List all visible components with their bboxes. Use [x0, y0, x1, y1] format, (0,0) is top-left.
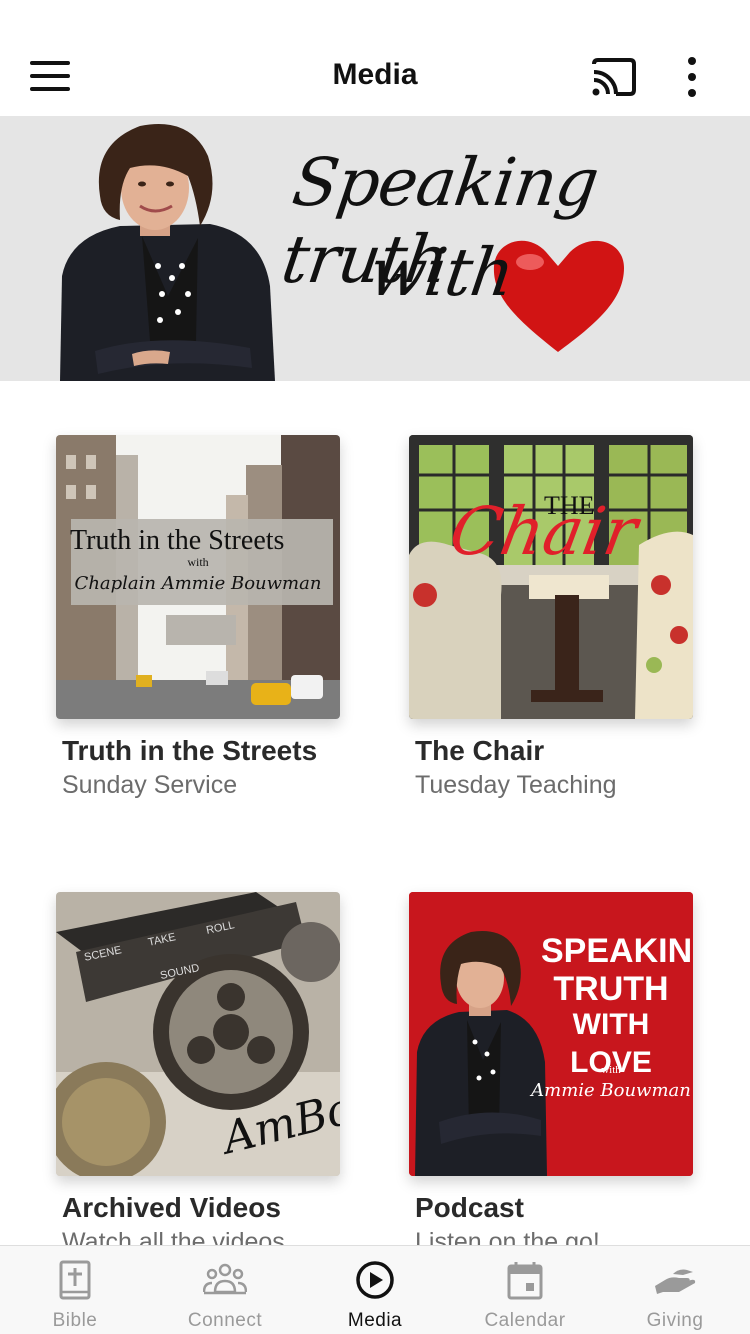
tab-label: Media	[347, 1310, 403, 1331]
bottom-tab-bar: Bible Connect Media Calendar Giving	[0, 1245, 750, 1334]
hamburger-menu-icon[interactable]	[30, 54, 84, 98]
card-subtitle: Listen on the go!	[415, 1228, 600, 1245]
card-title: Archived Videos	[62, 1192, 281, 1223]
card-title: The Chair	[415, 735, 545, 766]
giving-hand-icon	[655, 1269, 696, 1294]
card-subtitle: Tuesday Teaching	[415, 771, 617, 799]
card-title: Truth in the Streets	[62, 735, 318, 766]
thumbnail-heading: Truth in the Streets	[70, 525, 285, 556]
podcast-art-signature: Ammie Bouwman	[531, 1080, 691, 1101]
status-bar	[0, 0, 750, 40]
tab-label: Bible	[52, 1310, 98, 1331]
more-vertical-icon[interactable]	[672, 52, 712, 102]
media-card-the-chair[interactable]: THE Chair The Chair Tuesday Teaching	[409, 435, 699, 799]
tab-giving[interactable]: Giving	[600, 1246, 750, 1334]
bible-icon	[59, 1260, 91, 1300]
media-card-archived-videos[interactable]: SCENE TAKE ROLL SOUND AmBo Archived Vide…	[56, 892, 346, 1245]
the-chair-thumbnail: THE Chair	[409, 435, 693, 719]
thumbnail-with: with	[187, 555, 209, 569]
tab-label: Connect	[187, 1310, 263, 1331]
hero-headline-line1: Speaking truth	[277, 144, 603, 298]
app-bar: Media	[0, 40, 750, 116]
tab-media[interactable]: Media	[300, 1246, 450, 1334]
thumbnail-chair-script: Chair	[444, 493, 643, 570]
podcast-art-with: with	[601, 1064, 621, 1076]
card-subtitle: Sunday Service	[62, 771, 238, 799]
podcast-art-line2: TRUTH	[553, 970, 669, 1008]
tab-label: Giving	[646, 1310, 704, 1331]
people-icon	[203, 1263, 247, 1295]
media-grid: Truth in the Streets with Chaplain Ammie…	[0, 381, 750, 1245]
hero-banner[interactable]: Speaking truth with	[0, 116, 750, 381]
card-subtitle: Watch all the videos	[62, 1228, 285, 1245]
card-title: Podcast	[415, 1192, 524, 1223]
media-card-truth-in-the-streets[interactable]: Truth in the Streets with Chaplain Ammie…	[56, 435, 346, 799]
tab-bible[interactable]: Bible	[0, 1246, 150, 1334]
thumbnail-signature: Chaplain Ammie Bouwman	[74, 573, 322, 594]
media-card-podcast[interactable]: SPEAKING TRUTH WITH LOVE with Ammie Bouw…	[409, 892, 699, 1245]
tab-calendar[interactable]: Calendar	[450, 1246, 600, 1334]
hero-headline-line2: with	[364, 234, 519, 311]
archived-videos-thumbnail: SCENE TAKE ROLL SOUND AmBo	[56, 892, 340, 1176]
tab-connect[interactable]: Connect	[150, 1246, 300, 1334]
tab-label: Calendar	[484, 1310, 566, 1331]
truth-in-the-streets-thumbnail: Truth in the Streets with Chaplain Ammie…	[56, 435, 340, 719]
cast-icon[interactable]	[588, 56, 638, 98]
podcast-thumbnail: SPEAKING TRUTH WITH LOVE with Ammie Bouw…	[409, 892, 693, 1176]
play-circle-icon	[356, 1261, 394, 1299]
calendar-icon	[507, 1262, 543, 1300]
podcast-art-line1: SPEAKING	[541, 932, 693, 970]
